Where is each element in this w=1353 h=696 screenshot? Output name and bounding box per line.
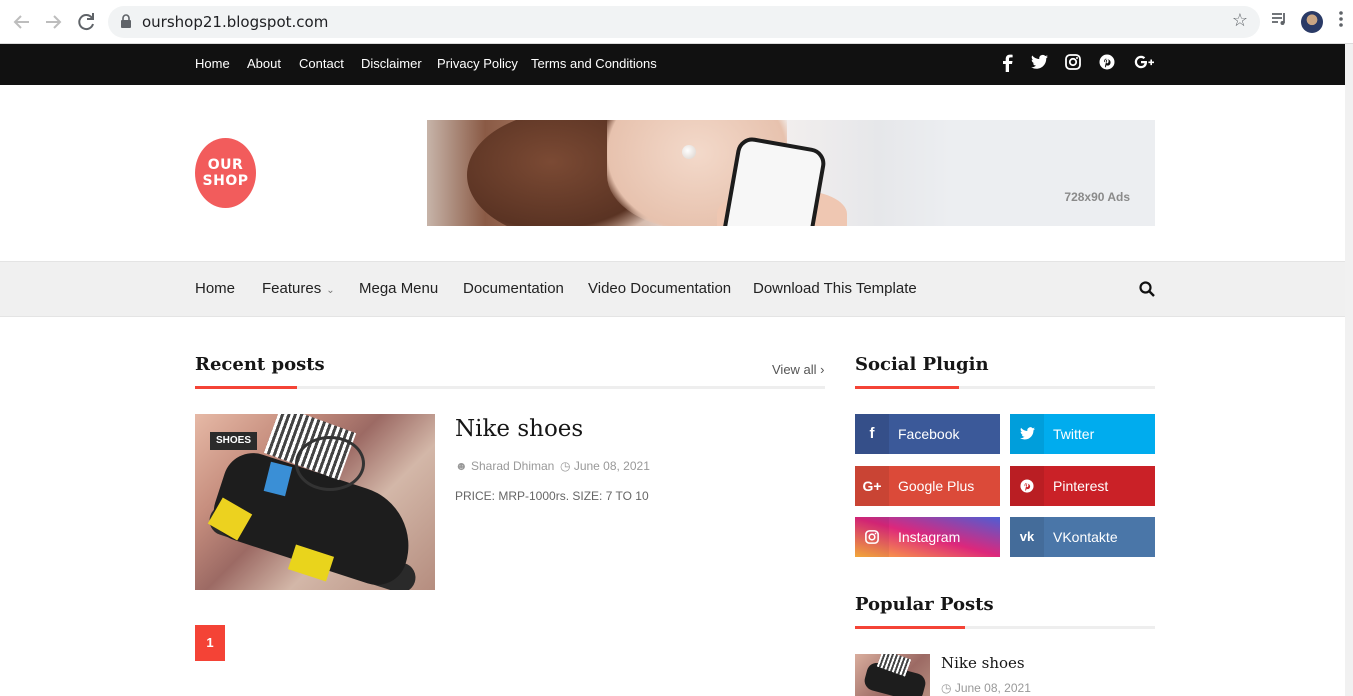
post-excerpt: PRICE: MRP-1000rs. SIZE: 7 TO 10 <box>455 489 649 503</box>
post-author: ☻ Sharad Dhiman <box>455 459 555 473</box>
google-plus-icon: G+ <box>855 466 889 506</box>
social-button-google-plus[interactable]: G+ Google Plus <box>855 466 1000 506</box>
topbar-link-contact[interactable]: Contact <box>299 56 344 71</box>
post-date: ◷ June 08, 2021 <box>560 459 650 473</box>
topbar-link-terms[interactable]: Terms and Conditions <box>531 56 657 71</box>
chevron-down-icon: ⌄ <box>326 285 335 296</box>
back-arrow-icon[interactable] <box>10 10 34 34</box>
popular-posts-heading: Popular Posts <box>855 594 994 615</box>
url-text: ourshop21.blogspot.com <box>142 13 329 31</box>
clock-icon: ◷ <box>560 459 574 473</box>
popular-post-date: ◷ June 08, 2021 <box>941 681 1031 695</box>
nav-item-documentation[interactable]: Documentation <box>463 280 564 297</box>
facebook-icon[interactable] <box>1001 54 1021 74</box>
nav-item-home[interactable]: Home <box>195 280 235 297</box>
instagram-icon <box>855 517 889 557</box>
site-logo[interactable]: OUR SHOP <box>195 138 256 208</box>
pinterest-icon <box>1010 466 1044 506</box>
popular-post-title[interactable]: Nike shoes <box>941 654 1025 672</box>
popular-posts-rule <box>855 626 1155 629</box>
popular-post-thumbnail[interactable] <box>855 654 930 696</box>
user-icon: ☻ <box>455 459 471 473</box>
phone-image <box>720 135 828 226</box>
page-scrollbar[interactable] <box>1345 44 1353 696</box>
pinterest-icon[interactable] <box>1099 54 1119 74</box>
social-plugin-heading: Social Plugin <box>855 354 989 375</box>
topbar-link-privacy-policy[interactable]: Privacy Policy <box>437 56 518 71</box>
social-button-vkontakte[interactable]: vk VKontakte <box>1010 517 1155 557</box>
nav-item-video-documentation[interactable]: Video Documentation <box>588 280 731 297</box>
facebook-icon: f <box>855 414 889 454</box>
social-button-instagram[interactable]: Instagram <box>855 517 1000 557</box>
social-button-facebook[interactable]: f Facebook <box>855 414 1000 454</box>
logo-line1: OUR <box>207 157 244 173</box>
instagram-icon[interactable] <box>1065 54 1085 74</box>
search-icon[interactable] <box>1139 281 1155 297</box>
top-bar: Home About Contact Disclaimer Privacy Po… <box>0 44 1353 85</box>
social-button-pinterest[interactable]: Pinterest <box>1010 466 1155 506</box>
reading-list-icon[interactable] <box>1270 10 1288 33</box>
vkontakte-icon: vk <box>1010 517 1044 557</box>
nav-item-download-template[interactable]: Download This Template <box>753 280 917 297</box>
nav-item-features[interactable]: Features ⌄ <box>262 280 335 297</box>
twitter-icon[interactable] <box>1031 54 1051 74</box>
post-title[interactable]: Nike shoes <box>455 416 583 442</box>
twitter-icon <box>1010 414 1044 454</box>
browser-toolbar: ourshop21.blogspot.com ☆ <box>0 0 1353 44</box>
profile-avatar[interactable] <box>1301 11 1323 33</box>
category-label[interactable]: SHOES <box>210 432 258 450</box>
main-navigation: Home Features ⌄ Mega Menu Documentation V… <box>0 261 1353 317</box>
view-all-link[interactable]: View all › <box>772 362 825 377</box>
reload-icon[interactable] <box>74 10 98 34</box>
address-bar[interactable]: ourshop21.blogspot.com ☆ <box>108 6 1260 38</box>
pagination-page-1[interactable]: 1 <box>195 625 225 661</box>
topbar-link-home[interactable]: Home <box>195 56 230 71</box>
lock-icon <box>121 14 131 28</box>
more-menu-icon[interactable] <box>1338 10 1344 33</box>
nav-item-mega-menu[interactable]: Mega Menu <box>359 280 438 297</box>
social-plugin-rule <box>855 386 1155 389</box>
social-button-twitter[interactable]: Twitter <box>1010 414 1155 454</box>
topbar-link-about[interactable]: About <box>247 56 281 71</box>
ad-size-label: 728x90 Ads <box>1064 190 1130 204</box>
chevron-right-icon: › <box>816 362 825 377</box>
logo-line2: SHOP <box>202 173 249 189</box>
recent-posts-rule <box>195 386 825 389</box>
header-ad-banner[interactable]: 728x90 Ads <box>427 120 1155 226</box>
topbar-link-disclaimer[interactable]: Disclaimer <box>361 56 422 71</box>
forward-arrow-icon[interactable] <box>41 10 65 34</box>
bookmark-star-icon[interactable]: ☆ <box>1232 10 1248 31</box>
clock-icon: ◷ <box>941 681 955 695</box>
recent-posts-heading: Recent posts <box>195 354 325 375</box>
google-plus-icon[interactable] <box>1134 54 1158 74</box>
